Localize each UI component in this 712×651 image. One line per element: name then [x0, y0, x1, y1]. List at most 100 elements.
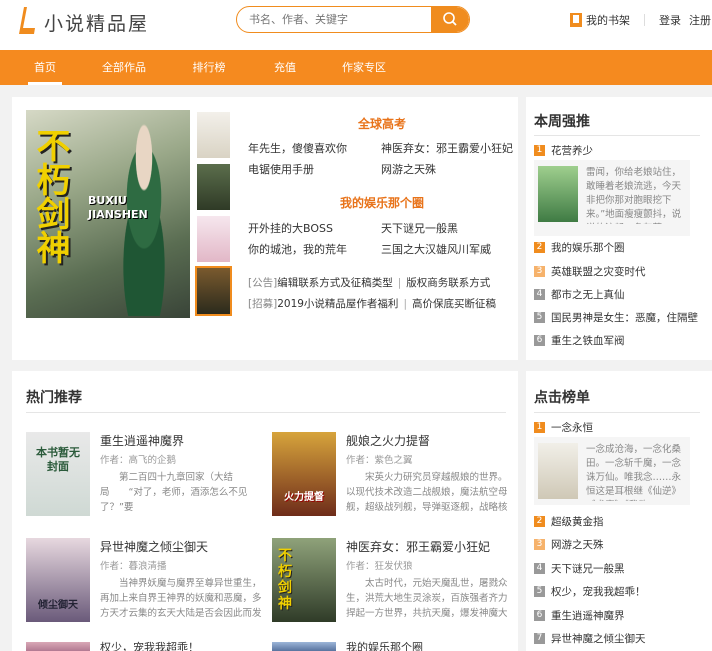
weekly-top-detail[interactable]: 雷闻，你给老娘站住，敢睡着老娘流逃，今天非把你那对胞眼挖下来。”地面瘦瘦颤抖，说…	[534, 160, 690, 236]
book-description: 宋英火力研究员穿越舰娘的世界。以现代技术改造二战舰娘，魔法航空母舰，超级战列舰，…	[346, 472, 508, 513]
click-rank-item[interactable]: 5 权少，宠我我超乖！	[534, 584, 646, 599]
nav-recharge[interactable]: 充值	[268, 50, 302, 85]
weekly-rank-item[interactable]: 1 花营养少	[534, 143, 593, 158]
rank-number: 3	[534, 266, 545, 277]
rank-book-name: 一念永恒	[551, 422, 593, 434]
search-icon	[443, 12, 457, 26]
announcement-tag: [招募]	[248, 298, 278, 310]
rank-book-name: 我的娱乐那个圈	[551, 242, 625, 254]
bookshelf-link[interactable]: 我的书架	[570, 12, 630, 28]
rank-book-name: 异世神魔之倾尘御天	[551, 633, 646, 645]
featured-thumb[interactable]	[197, 164, 230, 210]
bookshelf-icon	[570, 13, 582, 27]
click-rank-item[interactable]: 4 天下谜兄一般黑	[534, 561, 625, 576]
logo-icon[interactable]	[18, 6, 38, 36]
rank-book-name: 天下谜兄一般黑	[551, 563, 625, 575]
hot-book-card[interactable]: 本书暂无封面 重生逍遥神魔界 作者：高飞的企鹅 第二百四十九章回家（大结局 “对…	[26, 432, 266, 516]
divider	[534, 135, 700, 136]
featured-link[interactable]: 天下谜兄一般黑	[381, 220, 458, 236]
weekly-title: 本周强推	[534, 114, 590, 130]
weekly-rank-item[interactable]: 2 我的娱乐那个圈	[534, 240, 625, 255]
click-rank-item[interactable]: 1 一念永恒	[534, 420, 593, 435]
book-cover[interactable]	[26, 642, 90, 651]
book-description: 当神界妖魔与魔界至尊异世重生，再加上来自界王神界的妖魔和恶魔，多方天才云集的玄天…	[100, 578, 262, 619]
featured-section-title[interactable]: 我的娱乐那个圈	[248, 194, 516, 211]
rank-book-name: 都市之无上真仙	[551, 289, 625, 301]
book-title[interactable]: 重生逍遥神魔界	[100, 432, 184, 449]
cover-subtitle-text: BUXIU JIANSHEN	[88, 194, 148, 221]
announcement-tag: [公告]	[248, 277, 278, 289]
cover-title-text: 不朽剑神	[30, 128, 70, 264]
search-input[interactable]	[249, 7, 429, 32]
nav-author-zone[interactable]: 作家专区	[336, 50, 392, 85]
book-cover	[538, 166, 578, 222]
click-rank-top-detail[interactable]: 一念成沧海，一念化桑田。一念斩千魔，一念诛万仙。唯我念……永恒这是耳根继《仙逆》…	[534, 437, 690, 505]
click-rank-item[interactable]: 3 网游之天殊	[534, 537, 604, 552]
rank-number: 1	[534, 422, 545, 433]
divider	[534, 412, 700, 413]
hot-book-card[interactable]: 不朽剑神 神医弃女：邪王霸爱小狂妃 作者：狂发伏狼 太古时代，元始天魔乱世，屠戮…	[272, 538, 512, 622]
featured-link[interactable]: 开外挂的大BOSS	[248, 220, 333, 236]
book-cover[interactable]	[272, 642, 336, 651]
book-description: 太古时代，元始天魔乱世，屠戮众生，洪荒大地生灵涂炭，百族强者齐力捍起一方世界，共…	[346, 578, 508, 619]
announcement-row: [公告]编辑联系方式及征稿类型 | 版权商务联系方式	[248, 275, 490, 290]
book-author: 作者：狂发伏狼	[346, 561, 413, 572]
featured-link[interactable]: 三国之大汉雄风川军威	[381, 241, 491, 257]
divider: |	[403, 298, 407, 310]
hot-book-card[interactable]: 火力提督 舰娘之火力提督 作者：紫色之翼 宋英火力研究员穿越舰娘的世界。以现代技…	[272, 432, 512, 516]
book-title[interactable]: 权少，宠我我超乖！	[100, 642, 199, 651]
featured-thumb-active[interactable]	[195, 266, 232, 316]
featured-link[interactable]: 年先生，傻傻喜欢你	[248, 140, 347, 156]
book-cover	[538, 443, 578, 499]
rank-number: 6	[534, 610, 545, 621]
register-link[interactable]: 注册	[689, 12, 711, 28]
featured-link[interactable]: 电锯使用手册	[248, 161, 314, 177]
book-author: 作者：暮浪清播	[100, 561, 167, 572]
hot-book-card[interactable]: 倾尘御天 异世神魔之倾尘御天 作者：暮浪清播 当神界妖魔与魔界至尊异世重生，再加…	[26, 538, 266, 622]
announcement-link[interactable]: 编辑联系方式及征稿类型	[277, 277, 393, 289]
main-nav: 首页 全部作品 排行榜 充值 作家专区	[0, 50, 712, 85]
divider: |	[397, 277, 402, 289]
book-title[interactable]: 我的娱乐那个圈	[346, 642, 423, 651]
announcement-link[interactable]: 版权商务联系方式	[406, 277, 490, 289]
featured-main-cover[interactable]: 不朽剑神 BUXIU JIANSHEN	[26, 110, 190, 318]
rank-number: 3	[534, 539, 545, 550]
nav-all-works[interactable]: 全部作品	[96, 50, 152, 85]
rank-number: 6	[534, 335, 545, 346]
site-logo-text[interactable]: 小说精品屋	[44, 9, 149, 36]
click-rank-item[interactable]: 7 异世神魔之倾尘御天	[534, 631, 646, 646]
rank-book-name: 权少，宠我我超乖！	[551, 586, 646, 598]
book-author: 作者：紫色之翼	[346, 455, 413, 466]
hot-title: 热门推荐	[26, 390, 82, 406]
rank-number: 2	[534, 242, 545, 253]
rank-number: 2	[534, 516, 545, 527]
book-description: 一念成沧海，一念化桑田。一念斩千魔，一念诛万仙。唯我念……永恒这是耳根继《仙逆》…	[586, 444, 682, 501]
book-cover: 火力提督	[272, 432, 336, 516]
search-box	[236, 6, 470, 33]
featured-link[interactable]: 你的城池，我的荒年	[248, 241, 347, 257]
announcement-link[interactable]: 2019小说精品屋作者福利	[277, 298, 398, 310]
book-title[interactable]: 舰娘之火力提督	[346, 432, 430, 449]
login-link[interactable]: 登录	[659, 12, 681, 28]
weekly-rank-item[interactable]: 6 重生之铁血军阀	[534, 333, 625, 348]
weekly-rank-item[interactable]: 5 国民男神是女生：恶魔，住隔壁	[534, 310, 698, 325]
featured-link[interactable]: 网游之天殊	[381, 161, 436, 177]
featured-thumb[interactable]	[197, 112, 230, 158]
featured-link[interactable]: 神医弃女：邪王霸爱小狂妃	[381, 140, 513, 156]
cover-text: 本书暂无封面	[36, 446, 80, 473]
book-title[interactable]: 异世神魔之倾尘御天	[100, 538, 208, 555]
weekly-rank-item[interactable]: 4 都市之无上真仙	[534, 287, 625, 302]
weekly-rank-item[interactable]: 3 英雄联盟之灾变时代	[534, 264, 646, 279]
book-title[interactable]: 神医弃女：邪王霸爱小狂妃	[346, 538, 490, 555]
search-button[interactable]	[431, 7, 469, 32]
featured-thumb[interactable]	[197, 216, 230, 262]
nav-rankings[interactable]: 排行榜	[186, 50, 232, 85]
featured-section-title[interactable]: 全球高考	[248, 115, 516, 132]
announcement-row: [招募]2019小说精品屋作者福利 | 高价保底买断征稿	[248, 296, 496, 311]
click-rank-item[interactable]: 2 超级黄金指	[534, 514, 604, 529]
click-rank-item[interactable]: 6 重生逍遥神魔界	[534, 608, 625, 623]
announcement-link[interactable]: 高价保底买断征稿	[412, 298, 496, 310]
click-rank-title: 点击榜单	[534, 390, 590, 406]
nav-home[interactable]: 首页	[26, 50, 64, 85]
cover-text: 不朽剑神	[278, 548, 292, 612]
